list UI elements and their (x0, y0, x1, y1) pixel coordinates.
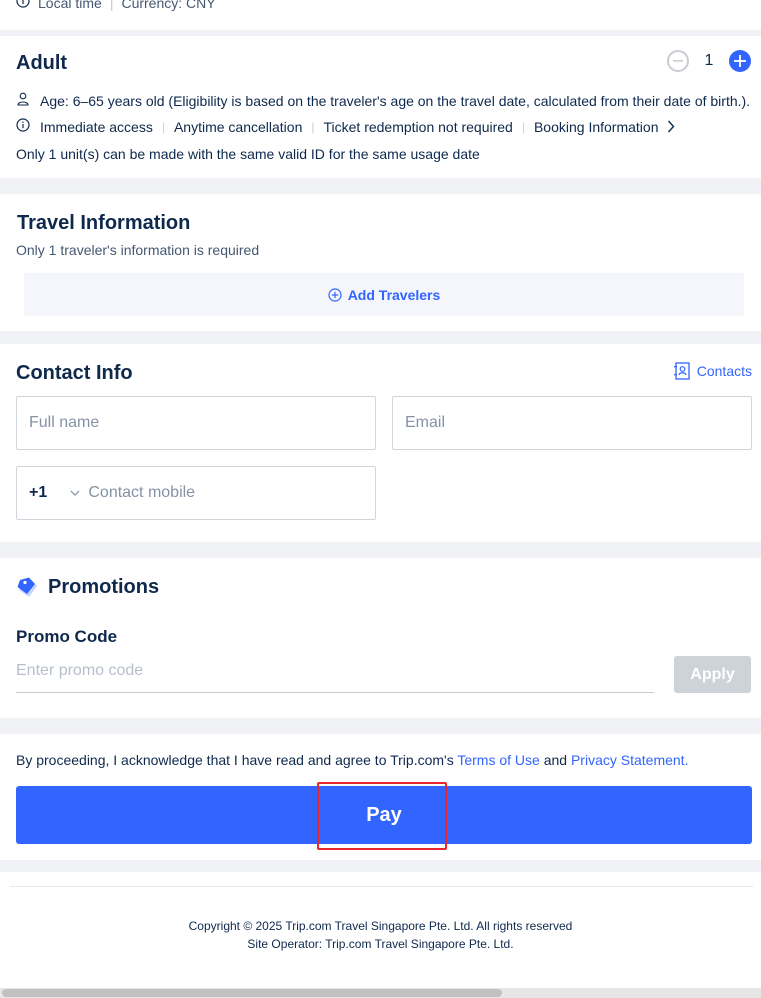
info-icon (16, 0, 30, 11)
chevron-down-icon (70, 490, 80, 496)
feature-immediate: Immediate access (40, 118, 153, 135)
divider: | (521, 119, 525, 134)
feature-cancellation: Anytime cancellation (173, 118, 303, 135)
age-text: Age: 6–65 years old (Eligibility is base… (40, 92, 751, 109)
travel-information-section: Travel Information Only 1 traveler's inf… (0, 194, 761, 331)
add-travelers-label: Add Travelers (347, 286, 441, 303)
mobile-input[interactable] (88, 484, 375, 502)
adult-section: Adult 1 Age: 6–65 years old (Eligibility… (0, 36, 761, 178)
increase-button[interactable] (729, 50, 751, 72)
contact-info-section: Contact Info Contacts +1 (0, 344, 761, 542)
top-strip: Local time | Currency: CNY (0, 0, 761, 30)
adult-title: Adult (16, 52, 68, 74)
promo-code-label: Promo Code (16, 627, 118, 646)
email-field[interactable] (392, 396, 752, 450)
apply-button[interactable]: Apply (674, 656, 751, 693)
divider: | (161, 119, 165, 134)
contacts-label: Contacts (696, 363, 752, 379)
horizontal-scrollbar-thumb[interactable] (2, 989, 502, 997)
locale-row: Local time | Currency: CNY (16, 0, 216, 11)
contacts-book-icon (673, 362, 690, 380)
quantity-value: 1 (704, 52, 714, 69)
info-icon (16, 118, 30, 135)
operator-text: Site Operator: Trip.com Travel Singapore… (247, 937, 514, 951)
footer-divider (10, 886, 753, 887)
currency-label: Currency: CNY (121, 0, 216, 11)
promotions-section: Promotions Promo Code Apply (0, 558, 761, 718)
chevron-right-icon (667, 120, 674, 133)
quantity-stepper: 1 (667, 50, 751, 72)
local-time-label: Local time (38, 0, 102, 11)
booking-information-label: Booking Information (533, 118, 659, 135)
add-travelers-button[interactable]: Add Travelers (24, 273, 744, 316)
payment-section: By proceeding, I acknowledge that I have… (0, 734, 761, 860)
age-row: Age: 6–65 years old (Eligibility is base… (16, 92, 750, 109)
divider: | (311, 119, 315, 134)
pay-button[interactable]: Pay (16, 786, 752, 844)
full-name-field[interactable] (16, 396, 376, 450)
privacy-statement-link[interactable]: Privacy Statement. (571, 752, 689, 768)
unit-note-row: Only 1 unit(s) can be made with the same… (16, 146, 480, 162)
country-code[interactable]: +1 (29, 484, 70, 502)
agreement-prefix: By proceeding, I acknowledge that I have… (16, 752, 454, 768)
features-row: Immediate access | Anytime cancellation … (16, 118, 675, 135)
person-icon (16, 92, 30, 109)
copyright-text: Copyright © 2025 Trip.com Travel Singapo… (188, 919, 573, 933)
agreement-and: and (543, 752, 568, 768)
minus-icon (673, 60, 683, 62)
plus-icon (734, 55, 746, 67)
divider: | (109, 0, 114, 11)
travel-subtitle: Only 1 traveler's information is require… (16, 242, 260, 258)
booking-information-link[interactable]: Booking Information (534, 119, 675, 135)
feature-redemption: Ticket redemption not required (323, 118, 513, 135)
promotions-title: Promotions (48, 576, 160, 598)
contacts-link[interactable]: Contacts (673, 362, 752, 380)
add-circle-icon (328, 287, 342, 302)
promo-code-input[interactable] (16, 658, 654, 680)
promo-code-field[interactable] (16, 658, 654, 693)
terms-of-use-link[interactable]: Terms of Use (457, 752, 539, 768)
travel-title: Travel Information (17, 212, 191, 234)
agreement-text: By proceeding, I acknowledge that I have… (16, 752, 688, 768)
mobile-field[interactable]: +1 (16, 466, 376, 520)
decrease-button[interactable] (667, 50, 689, 72)
footer: Copyright © 2025 Trip.com Travel Singapo… (0, 872, 761, 998)
email-input[interactable] (405, 414, 751, 432)
promo-tag-icon (16, 576, 40, 605)
contact-title: Contact Info (16, 362, 133, 384)
unit-note: Only 1 unit(s) can be made with the same… (16, 146, 480, 162)
full-name-input[interactable] (29, 414, 375, 432)
